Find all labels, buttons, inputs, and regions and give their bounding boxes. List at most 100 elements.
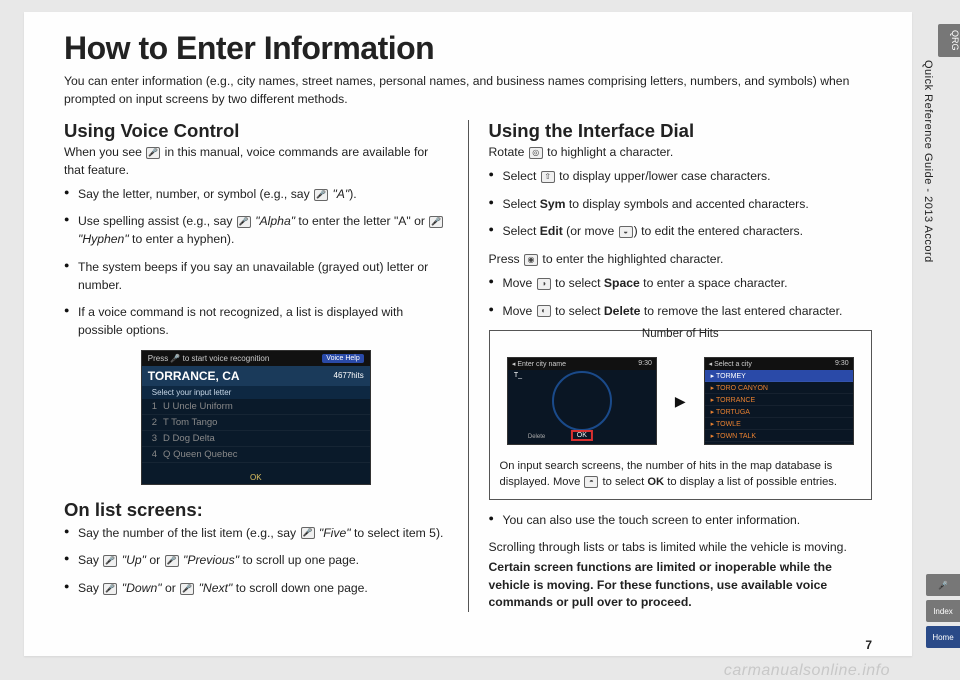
t: Space — [604, 276, 640, 290]
talk-icon: 🎤 — [301, 527, 315, 539]
move-down-icon: ◓ — [584, 476, 598, 488]
list-item: 3D Dog Delta — [142, 431, 370, 447]
move-up-icon: ◒ — [619, 226, 633, 238]
note-bold: Certain screen functions are limited or … — [489, 559, 873, 612]
list-item: ▸ TORO CANYON — [705, 382, 853, 394]
bullet: Say the number of the list item (e.g., s… — [64, 525, 448, 543]
t: "Next" — [199, 581, 233, 595]
bullet: Select ⇧ to display upper/lower case cha… — [489, 168, 873, 186]
voice-help-badge: Voice Help — [322, 354, 363, 363]
t: to enter a hyphen). — [129, 232, 235, 246]
fig-left: ◂ Enter city name9:30 T_ Delete OK — [507, 357, 657, 445]
list-item: ▸ TOWN TALK — [705, 430, 853, 442]
voice-heading: Using Voice Control — [64, 120, 448, 142]
dial-heading: Using the Interface Dial — [489, 120, 873, 142]
voice-lead: When you see 🎤 in this manual, voice com… — [64, 144, 448, 179]
t: ) to edit the entered characters. — [634, 224, 803, 238]
t: Delete — [604, 304, 641, 318]
t: (or move — [563, 224, 618, 238]
bottom-tabs: 🎤 Index Home — [926, 574, 960, 648]
talk-icon: 🎤 — [180, 583, 194, 595]
rotate-icon: ◎ — [529, 147, 543, 159]
t: ). — [349, 187, 356, 201]
t: Say the letter, number, or symbol (e.g.,… — [78, 187, 313, 201]
bullet: Select Edit (or move ◒) to edit the ente… — [489, 223, 873, 241]
t: OK — [647, 476, 664, 488]
bullet: If a voice command is not recognized, a … — [64, 304, 448, 339]
sv-city: TORRANCE, CA 4677hits — [142, 366, 370, 386]
t: "Five" — [319, 526, 351, 540]
watermark: carmanualsonline.info — [724, 662, 890, 680]
fig-label: Number of Hits — [642, 328, 719, 340]
left-column: Using Voice Control When you see 🎤 in th… — [64, 120, 469, 612]
t: Say the number of the list item (e.g., s… — [78, 526, 300, 540]
t: TORRANCE, CA — [148, 369, 240, 383]
move-left-icon: ◐ — [537, 305, 551, 317]
t: to remove the last entered character. — [640, 304, 842, 318]
t: to select item 5). — [351, 526, 444, 540]
voice-screenshot: Press 🎤 to start voice recognition Voice… — [141, 350, 371, 485]
talk-icon: 🎤 — [103, 583, 117, 595]
ok-label: OK — [250, 473, 262, 482]
t: to scroll up one page. — [239, 553, 359, 567]
dial-list3: You can also use the touch screen to ent… — [489, 512, 873, 530]
t: "Previous" — [183, 553, 239, 567]
t: Say — [78, 553, 102, 567]
talk-icon: 🎤 — [146, 147, 160, 159]
t: Edit — [540, 224, 563, 238]
tab-home[interactable]: Home — [926, 626, 960, 648]
t: or — [162, 581, 180, 595]
t: to display upper/lower case characters. — [556, 169, 771, 183]
side-tabs: QRG — [938, 24, 960, 57]
talk-icon: 🎤 — [429, 216, 443, 228]
press-icon: ◉ — [524, 254, 538, 266]
bullet: Say 🎤 "Up" or 🎤 "Previous" to scroll up … — [64, 552, 448, 570]
note: Scrolling through lists or tabs is limit… — [489, 539, 873, 557]
bullet: Use spelling assist (e.g., say 🎤 "Alpha"… — [64, 213, 448, 248]
t: "Hyphen" — [78, 232, 129, 246]
right-column: Using the Interface Dial Rotate ◎ to hig… — [469, 120, 873, 612]
t: to select — [552, 304, 604, 318]
bullet: You can also use the touch screen to ent… — [489, 512, 873, 530]
page-title: How to Enter Information — [64, 30, 872, 67]
sv-top: Press 🎤 to start voice recognition Voice… — [142, 351, 370, 366]
t: "Alpha" — [255, 214, 295, 228]
t: "Down" — [122, 581, 162, 595]
columns: Using Voice Control When you see 🎤 in th… — [64, 120, 872, 612]
press-line: Press ◉ to enter the highlighted charact… — [489, 251, 873, 269]
t: to enter the highlighted character. — [539, 252, 723, 266]
t: "Up" — [122, 553, 146, 567]
talk-icon: 🎤 — [938, 581, 948, 590]
t: to select — [599, 476, 647, 488]
bullet: Say the letter, number, or symbol (e.g.,… — [64, 186, 448, 204]
bullet: Say 🎤 "Down" or 🎤 "Next" to scroll down … — [64, 580, 448, 598]
bullet: Move ◑ to select Space to enter a space … — [489, 275, 873, 293]
t: Say — [78, 581, 102, 595]
shift-icon: ⇧ — [541, 171, 555, 183]
list-item: 4Q Queen Quebec — [142, 447, 370, 463]
t: "A" — [332, 187, 349, 201]
t: Delete — [528, 434, 545, 440]
tab-voice[interactable]: 🎤 — [926, 574, 960, 596]
bullet: Select Sym to display symbols and accent… — [489, 196, 873, 214]
t: When you see — [64, 145, 145, 159]
tab-qrg[interactable]: QRG — [938, 24, 960, 57]
side-text: Quick Reference Guide - 2013 Accord — [922, 60, 934, 300]
list-item: 2T Tom Tango — [142, 415, 370, 431]
fig-images: ◂ Enter city name9:30 T_ Delete OK ▶ ◂ S… — [500, 357, 862, 445]
list-item: ▸ TORRANCE — [705, 394, 853, 406]
t: Use spelling assist (e.g., say — [78, 214, 236, 228]
dial-list: Select ⇧ to display upper/lower case cha… — [489, 168, 873, 241]
talk-icon: 🎤 — [237, 216, 251, 228]
bullet: The system beeps if you say an unavailab… — [64, 259, 448, 294]
t: Select — [503, 169, 540, 183]
arrow-right-icon: ▶ — [675, 393, 686, 410]
dial-figure: Number of Hits ◂ Enter city name9:30 T_ … — [489, 330, 873, 499]
intro-text: You can enter information (e.g., city na… — [64, 73, 872, 108]
ok-highlight: OK — [571, 430, 593, 441]
t: to enter the letter "A" or — [295, 214, 428, 228]
move-right-icon: ◑ — [537, 278, 551, 290]
list-bullets: Say the number of the list item (e.g., s… — [64, 525, 448, 598]
t: to display symbols and accented characte… — [566, 197, 809, 211]
tab-index[interactable]: Index — [926, 600, 960, 622]
